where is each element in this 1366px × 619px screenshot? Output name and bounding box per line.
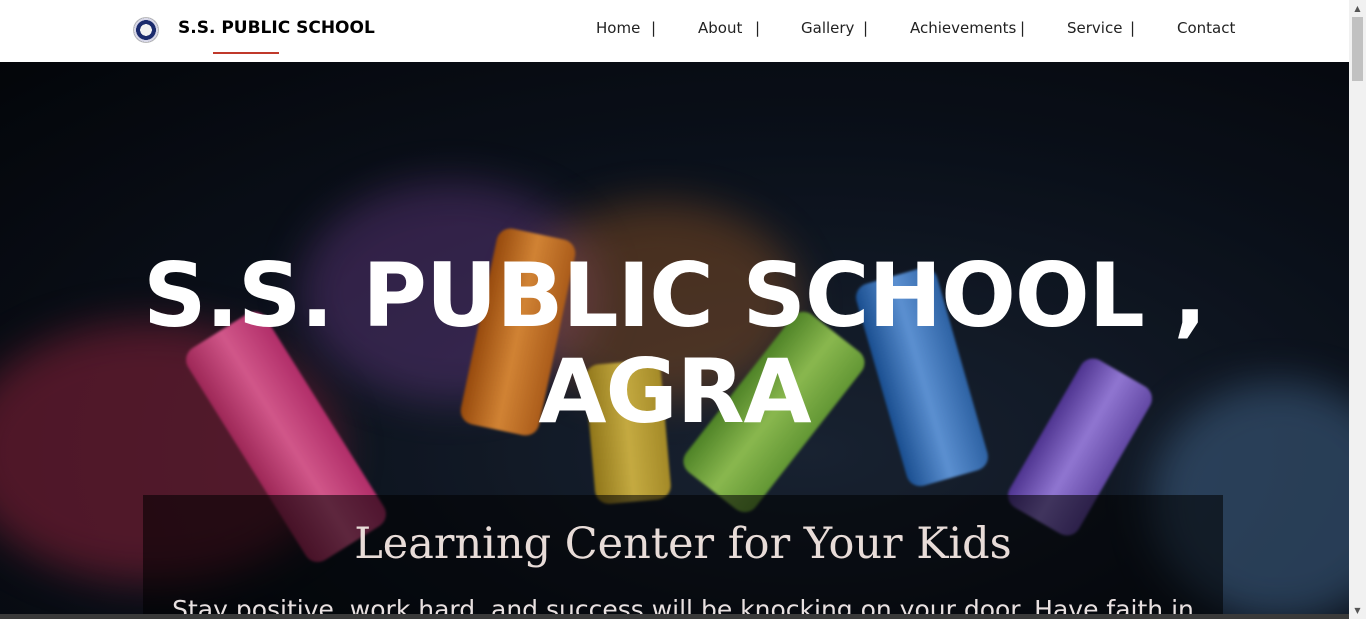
hero-subtitle: Learning Center for Your Kids [354,519,1012,569]
page-scrollbar[interactable]: ▲ ▼ [1349,0,1366,619]
nav-contact[interactable]: Contact [1177,19,1235,37]
brand[interactable]: S.S. PUBLIC SCHOOL [134,15,375,54]
nav-gallery[interactable]: Gallery [801,19,854,37]
nav-separator: | [651,19,657,37]
nav-achievements[interactable]: Achievements [910,19,1016,37]
nav-home[interactable]: Home [596,19,640,37]
nav-separator: | [755,19,761,37]
hero-banner: S.S. PUBLIC SCHOOL , AGRA Learning Cente… [0,62,1349,619]
top-navbar: S.S. PUBLIC SCHOOL Home | About | Galler… [0,0,1349,62]
nav-separator: | [1020,19,1026,37]
nav-separator: | [863,19,869,37]
scroll-down-icon[interactable]: ▼ [1349,602,1366,619]
nav-service[interactable]: Service [1067,19,1122,37]
brand-name: S.S. PUBLIC SCHOOL [178,18,375,38]
school-crest-icon [134,18,158,42]
scroll-up-icon[interactable]: ▲ [1349,0,1366,17]
scroll-thumb[interactable] [1352,17,1363,81]
hero-caption-box: Learning Center for Your Kids Stay posit… [143,495,1223,619]
bottom-edge [0,614,1349,619]
nav-separator: | [1130,19,1136,37]
hero-title: S.S. PUBLIC SCHOOL , AGRA [143,244,1207,443]
nav-about[interactable]: About [698,19,742,37]
brand-underline [213,52,279,54]
